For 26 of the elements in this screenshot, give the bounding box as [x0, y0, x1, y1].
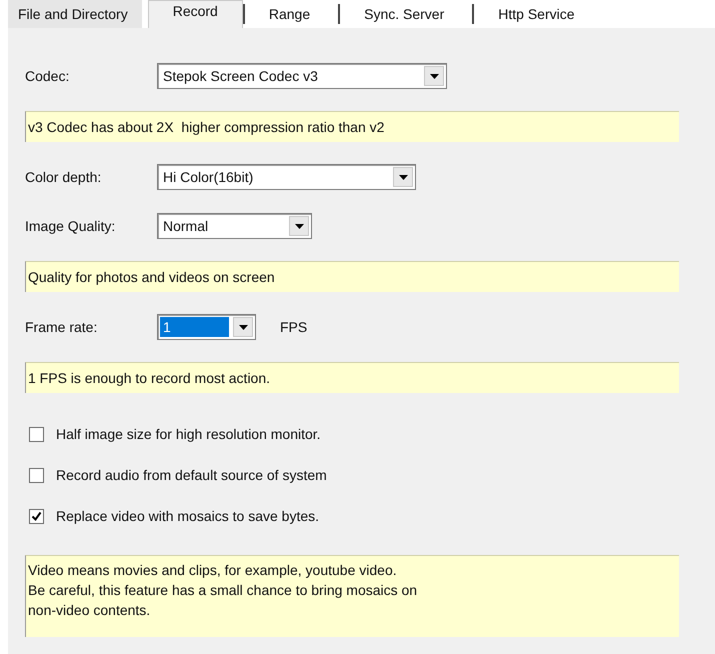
dropdown-value: Stepok Screen Codec v3	[162, 67, 319, 86]
tab[interactable]: Record	[148, 0, 243, 28]
checkbox[interactable]	[29, 508, 44, 524]
hint-note: Quality for photos and videos on screen	[25, 261, 679, 292]
hint-note: 1 FPS is enough to record most action.	[25, 362, 679, 393]
checkbox-label[interactable]: Record audio from default source of system	[56, 467, 327, 483]
dropdown[interactable]: Hi Color(16bit)	[157, 164, 416, 190]
field-label: Codec:	[25, 68, 70, 84]
hint-note: Video means movies and clips, for example, youtube video. Be careful, this feature has a small chance to bring mosaics on non-video contents.	[25, 555, 679, 637]
unit-label: FPS	[280, 319, 308, 335]
tab[interactable]: File and Directory	[8, 0, 142, 28]
dropdown-value: Hi Color(16bit)	[162, 168, 254, 187]
field-label: Color depth:	[25, 169, 102, 185]
dropdown-value: 1	[160, 317, 229, 337]
dropdown-value: Normal	[162, 217, 210, 236]
tab[interactable]: Sync. Server	[338, 4, 472, 24]
dropdown[interactable]: Normal	[157, 213, 312, 239]
dropdown[interactable]: Stepok Screen Codec v3	[157, 63, 447, 89]
field-label: Image Quality:	[25, 218, 116, 234]
checkbox[interactable]	[29, 426, 44, 442]
checkbox-label[interactable]: Half image size for high resolution monitor.	[56, 426, 321, 442]
field-label: Frame rate:	[25, 319, 98, 335]
hint-note: v3 Codec has about 2X higher compression ratio than v2	[25, 111, 679, 142]
checkbox-label[interactable]: Replace video with mosaics to save bytes.	[56, 508, 320, 524]
checkbox[interactable]	[29, 468, 44, 482]
dropdown[interactable]: 1	[157, 314, 256, 340]
